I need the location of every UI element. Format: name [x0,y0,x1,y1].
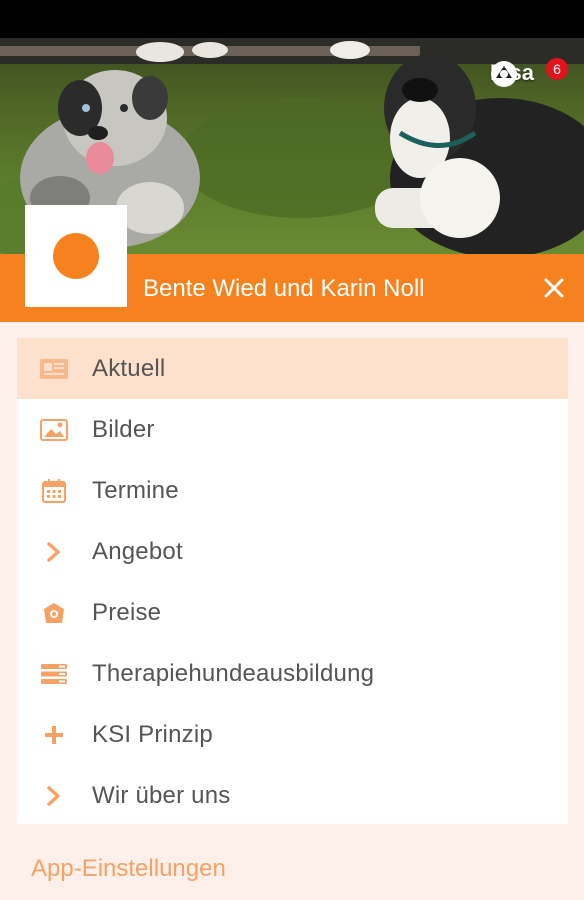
menu-item-label: Preise [92,598,162,626]
newspaper-icon [39,354,69,384]
chevron-right-icon [39,781,69,811]
menu-item-label: Angebot [92,537,183,565]
menu-item-label: Bilder [92,415,155,443]
navigation-menu: Aktuell Bilder Termine Angebot Preise Th… [17,338,568,824]
menu-item-label: Therapiehundeausbildung [92,659,375,687]
price-tag-icon [39,598,69,628]
list-icon [39,659,69,689]
status-bar [0,0,584,38]
notification-badge[interactable]: 6 [546,58,568,80]
calendar-icon [39,476,69,506]
menu-item-bilder[interactable]: Bilder [17,399,568,460]
user-account[interactable]: Lisa 6 [490,58,568,87]
menu-item-termine[interactable]: Termine [17,460,568,521]
user-app-logo-icon [490,61,517,87]
menu-item-label: Aktuell [92,354,166,382]
logo-dot-icon [53,233,99,279]
app-logo [25,205,127,307]
menu-item-label: Wir über uns [92,781,231,809]
menu-item-angebot[interactable]: Angebot [17,521,568,582]
close-icon [544,278,564,298]
plus-icon [39,720,69,750]
menu-item-therapiehundeausbildung[interactable]: Therapiehundeausbildung [17,643,568,704]
close-button[interactable] [538,272,570,304]
app-settings-link[interactable]: App-Einstellungen [31,855,226,883]
menu-item-ksi-prinzip[interactable]: KSI Prinzip [17,704,568,765]
menu-item-preise[interactable]: Preise [17,582,568,643]
menu-item-wir-ueber-uns[interactable]: Wir über uns [17,765,568,826]
menu-item-aktuell[interactable]: Aktuell [17,338,568,399]
menu-item-label: Termine [92,476,179,504]
menu-item-label: KSI Prinzip [92,720,213,748]
image-icon [39,415,69,445]
chevron-right-icon [39,537,69,567]
header-title: Bente Wied und Karin Noll [143,275,425,302]
